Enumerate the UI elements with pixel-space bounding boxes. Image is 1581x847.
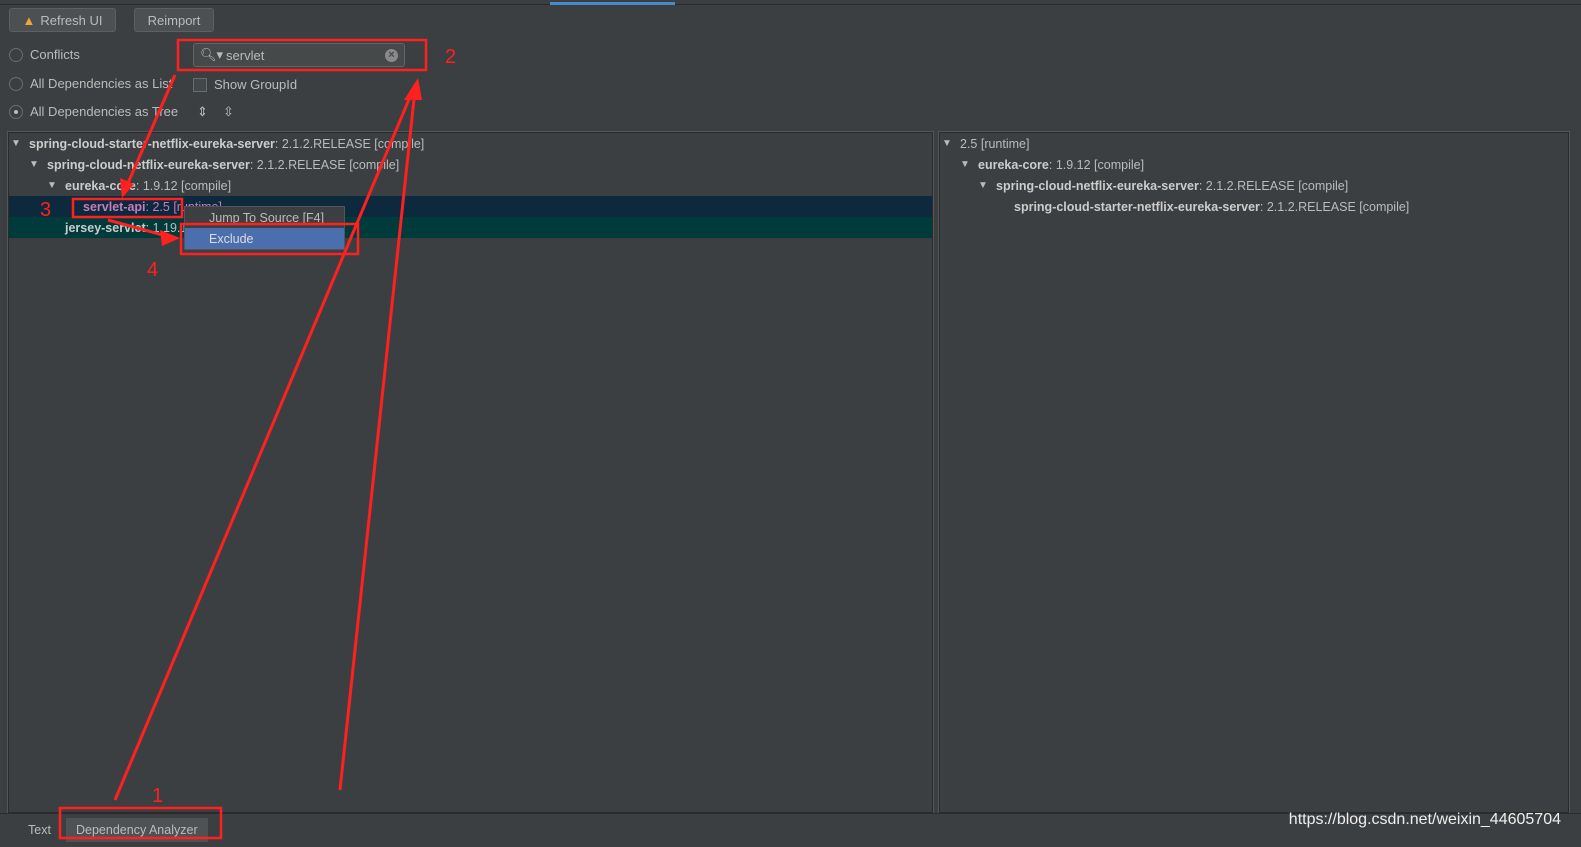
annotation-label-2: 2 bbox=[445, 46, 456, 68]
annotation-box-servlet bbox=[71, 197, 184, 219]
annotation-arrow-2 bbox=[123, 74, 177, 191]
annotation-box-tab bbox=[58, 806, 223, 840]
annotation-box-search bbox=[176, 38, 428, 72]
annotation-arrow-1 bbox=[113, 84, 417, 801]
annotation-label-3: 3 bbox=[40, 199, 51, 221]
annotation-box-exclude bbox=[179, 222, 360, 256]
annotation-arrow-4 bbox=[338, 89, 417, 791]
annotation-label-1: 1 bbox=[152, 785, 163, 807]
annotation-label-4: 4 bbox=[147, 259, 158, 281]
annotation-overlay: 1 2 3 4 bbox=[40, 38, 456, 840]
